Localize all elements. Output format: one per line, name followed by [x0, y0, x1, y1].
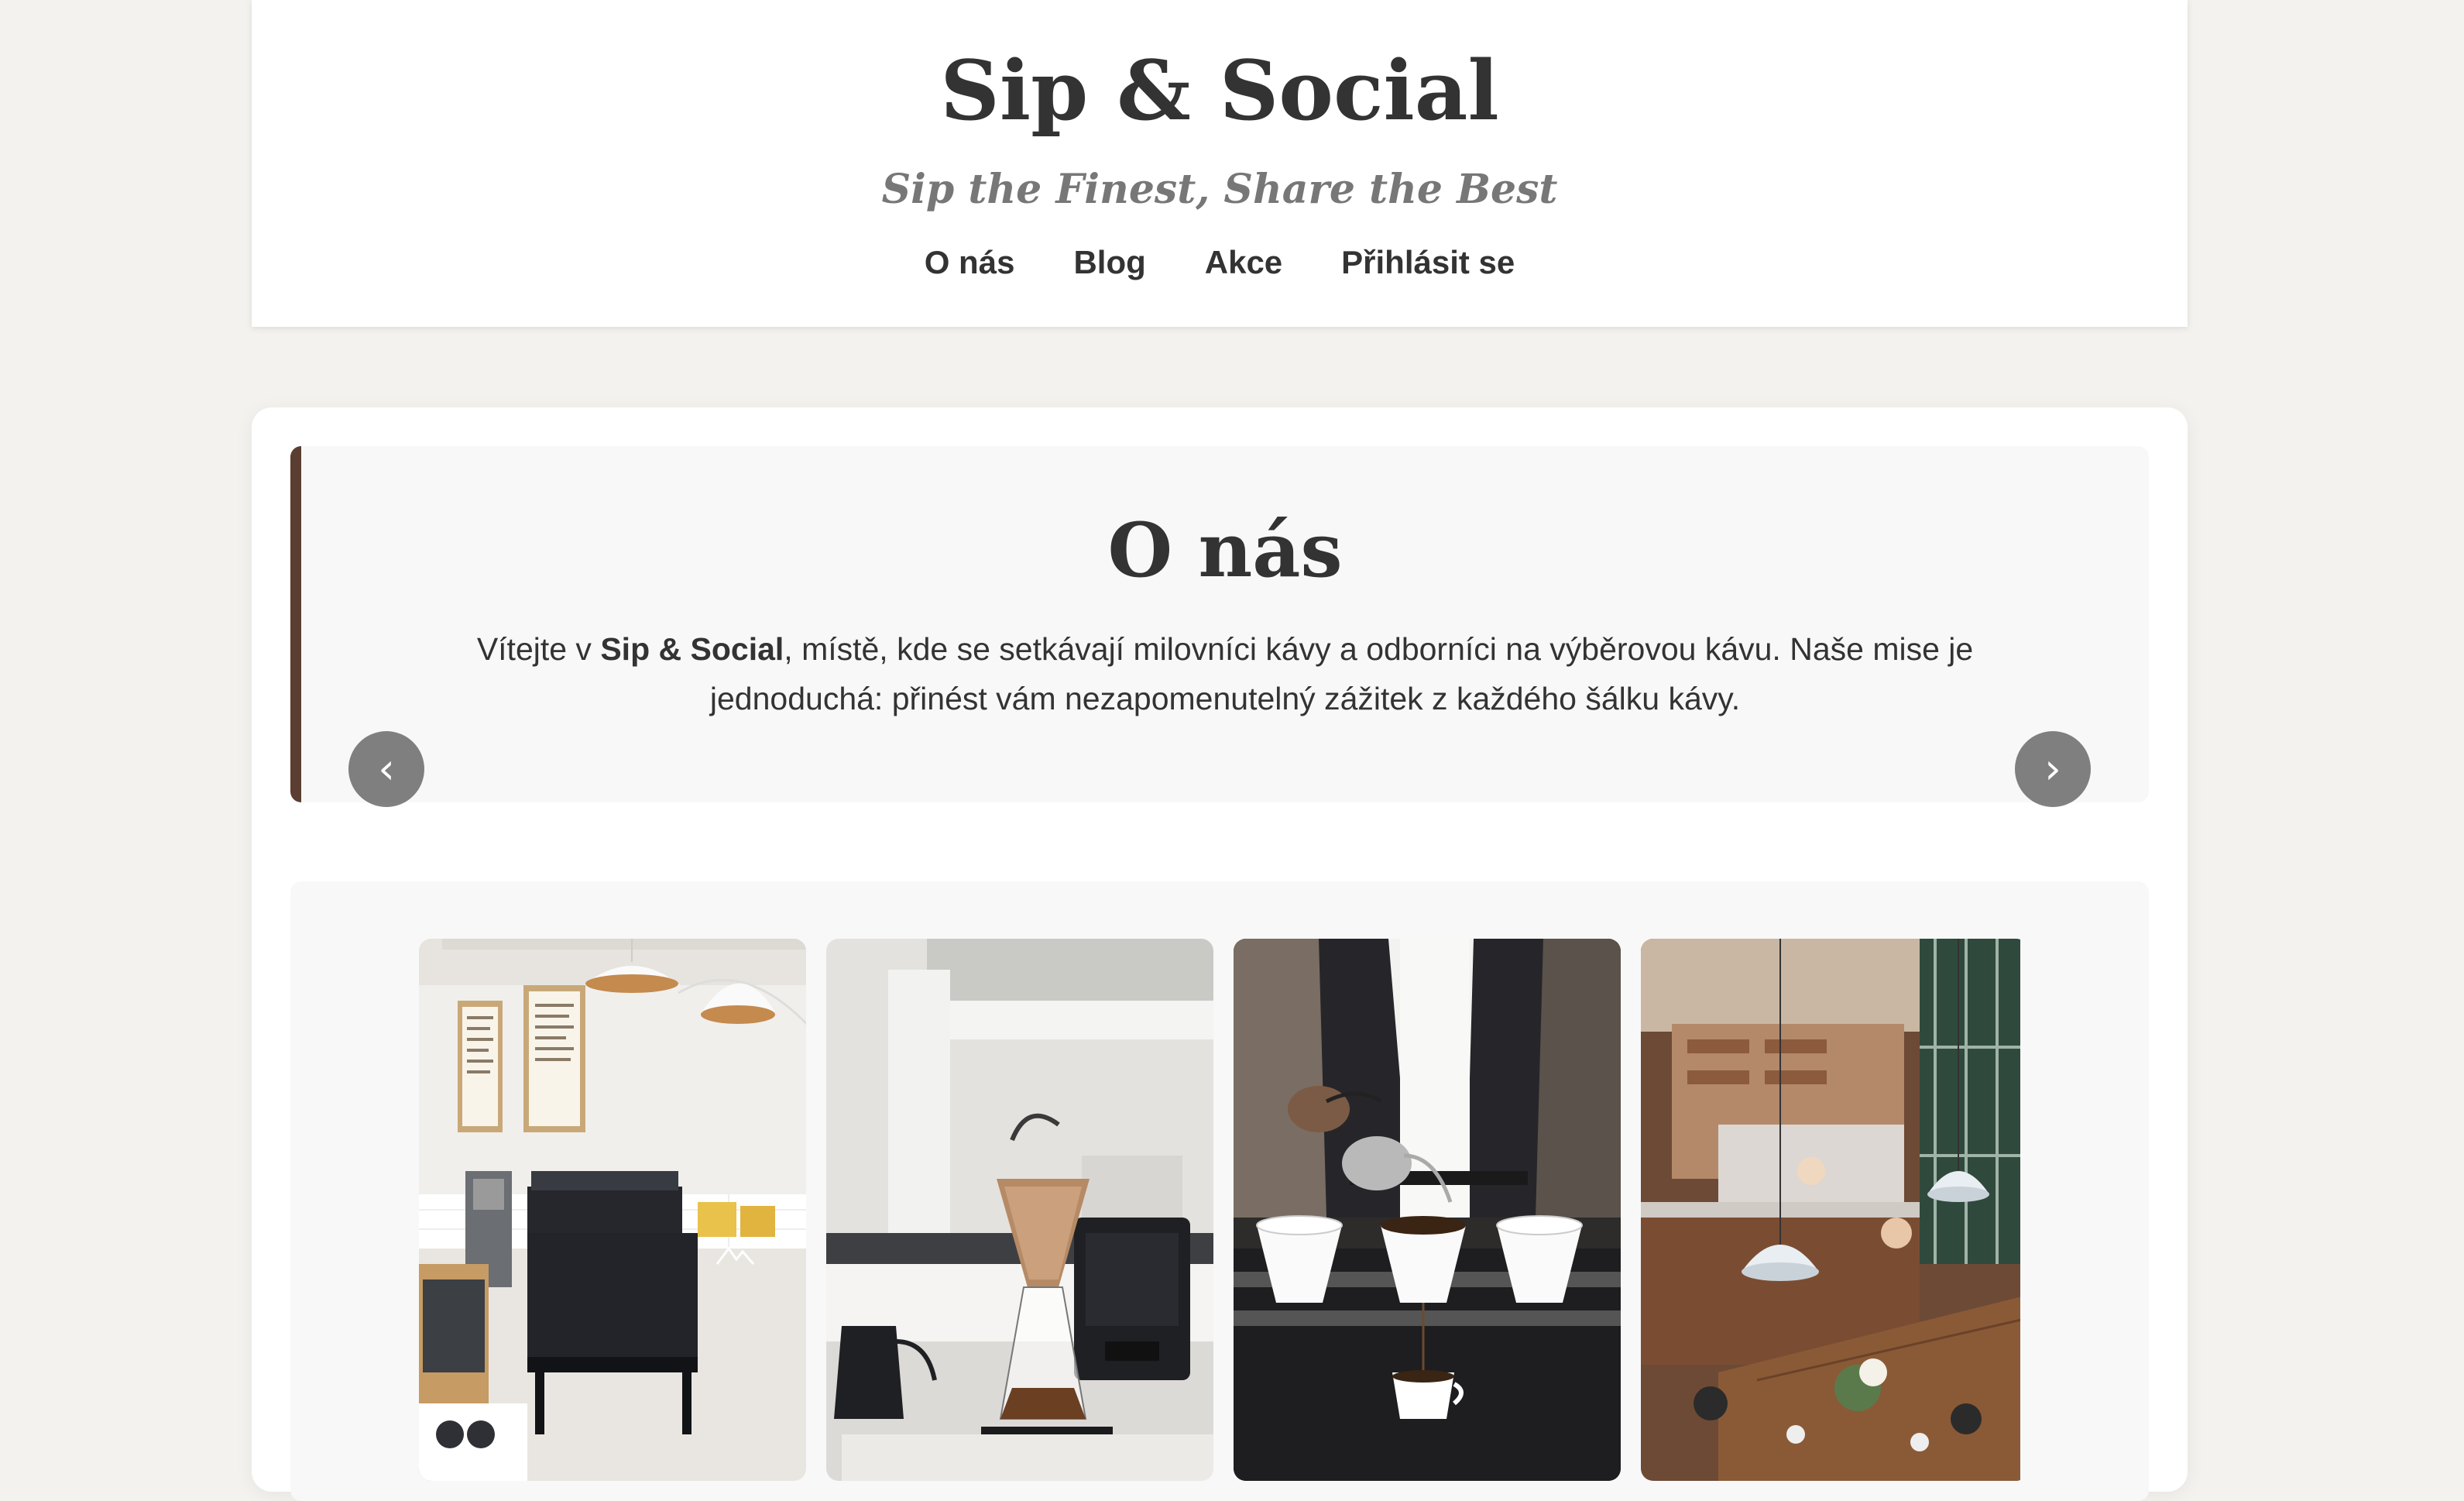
nav-link-blog[interactable]: Blog	[1073, 237, 1145, 288]
about-text-body: , místě, kde se setkávají milovníci kávy…	[709, 631, 1974, 716]
cafe-interior-aerial-photo	[1641, 939, 2020, 1481]
carousel-slide-cafe-interior[interactable]	[1641, 939, 2020, 1481]
nav-link-login[interactable]: Přihlásit se	[1341, 237, 1515, 288]
site-header: Sip & Social Sip the Finest, Share the B…	[252, 0, 2188, 327]
chevron-right-icon: ›	[2044, 744, 2061, 793]
site-tagline: Sip the Finest, Share the Best	[881, 166, 1558, 213]
about-section: O nás Vítejte v Sip & Social, místě, kde…	[290, 446, 2149, 802]
carousel-next-button[interactable]: ›	[2015, 731, 2091, 807]
pour-over-brewing-photo	[826, 939, 1213, 1481]
chevron-left-icon: ‹	[378, 744, 395, 793]
barista-pouring-photo	[1234, 939, 1621, 1481]
photo-carousel	[290, 881, 2149, 1501]
carousel-slide-barista[interactable]	[1234, 939, 1621, 1481]
carousel-track	[419, 939, 2020, 1481]
about-text-intro: Vítejte v	[476, 631, 601, 667]
about-brand-name: Sip & Social	[600, 631, 784, 667]
cafe-counter-photo	[419, 939, 806, 1481]
main-content: O nás Vítejte v Sip & Social, místě, kde…	[252, 407, 2188, 1501]
about-title: O nás	[1107, 507, 1343, 594]
main-nav: O nás Blog Akce Přihlásit se	[252, 237, 2188, 288]
about-text: Vítejte v Sip & Social, místě, kde se se…	[417, 624, 2033, 723]
nav-link-events[interactable]: Akce	[1205, 237, 1282, 288]
carousel-prev-button[interactable]: ‹	[348, 731, 424, 807]
carousel-slide-pour-over[interactable]	[826, 939, 1213, 1481]
carousel-slide-cafe-counter[interactable]	[419, 939, 806, 1481]
site-title[interactable]: Sip & Social	[252, 40, 2188, 141]
nav-link-about[interactable]: O nás	[925, 237, 1015, 288]
